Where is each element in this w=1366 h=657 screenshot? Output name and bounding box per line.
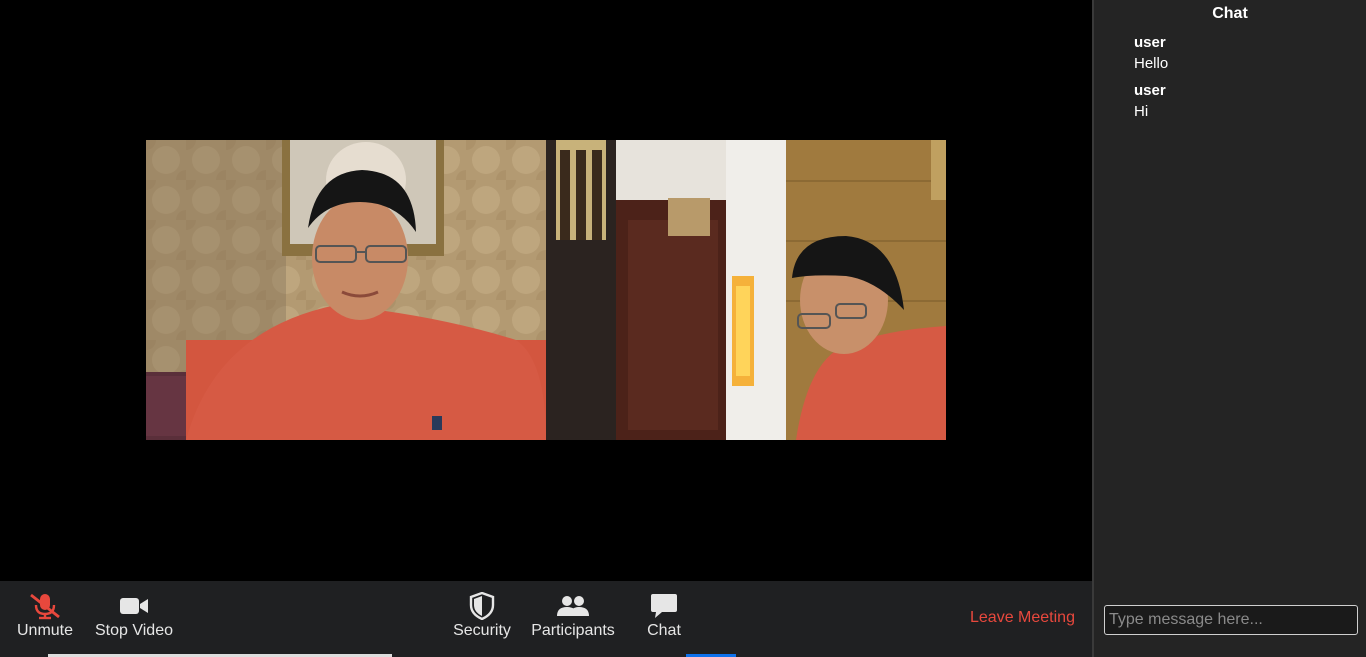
chat-message: user Hi (1134, 81, 1168, 124)
microphone-muted-icon (28, 591, 62, 621)
security-label: Security (453, 622, 511, 639)
stop-video-label: Stop Video (95, 622, 173, 639)
message-text: Hi (1134, 103, 1149, 120)
participant-video-frame (546, 140, 946, 440)
chat-panel: Chat user Hello user Hi (1092, 0, 1366, 657)
stop-video-button[interactable]: Stop Video (92, 591, 176, 647)
chat-title: Chat (1212, 5, 1248, 22)
video-camera-icon (119, 591, 149, 621)
unmute-button[interactable]: Unmute (12, 591, 78, 647)
unmute-label: Unmute (16, 622, 74, 639)
message-sender: user (1134, 82, 1166, 99)
participant-video-frame (146, 140, 546, 440)
chat-messages: user Hello user Hi (1134, 33, 1168, 129)
participant-video-left (146, 140, 546, 440)
chat-button[interactable]: Chat (640, 591, 688, 647)
people-icon (556, 591, 590, 621)
participant-video-right (546, 140, 946, 440)
chat-message-input[interactable] (1104, 605, 1358, 635)
video-stage (0, 0, 1092, 581)
security-button[interactable]: Security (450, 591, 514, 647)
shield-icon (469, 591, 495, 621)
meeting-toolbar: Unmute Stop Video Security Participants … (0, 581, 1092, 657)
chat-message: user Hello (1134, 33, 1168, 76)
chat-label: Chat (647, 622, 681, 639)
participants-button[interactable]: Participants (528, 591, 618, 647)
participants-label: Participants (531, 622, 615, 639)
message-text: Hello (1134, 55, 1169, 72)
speech-bubble-icon (650, 591, 678, 621)
message-sender: user (1134, 34, 1166, 51)
leave-meeting-button[interactable]: Leave Meeting (970, 609, 1075, 627)
